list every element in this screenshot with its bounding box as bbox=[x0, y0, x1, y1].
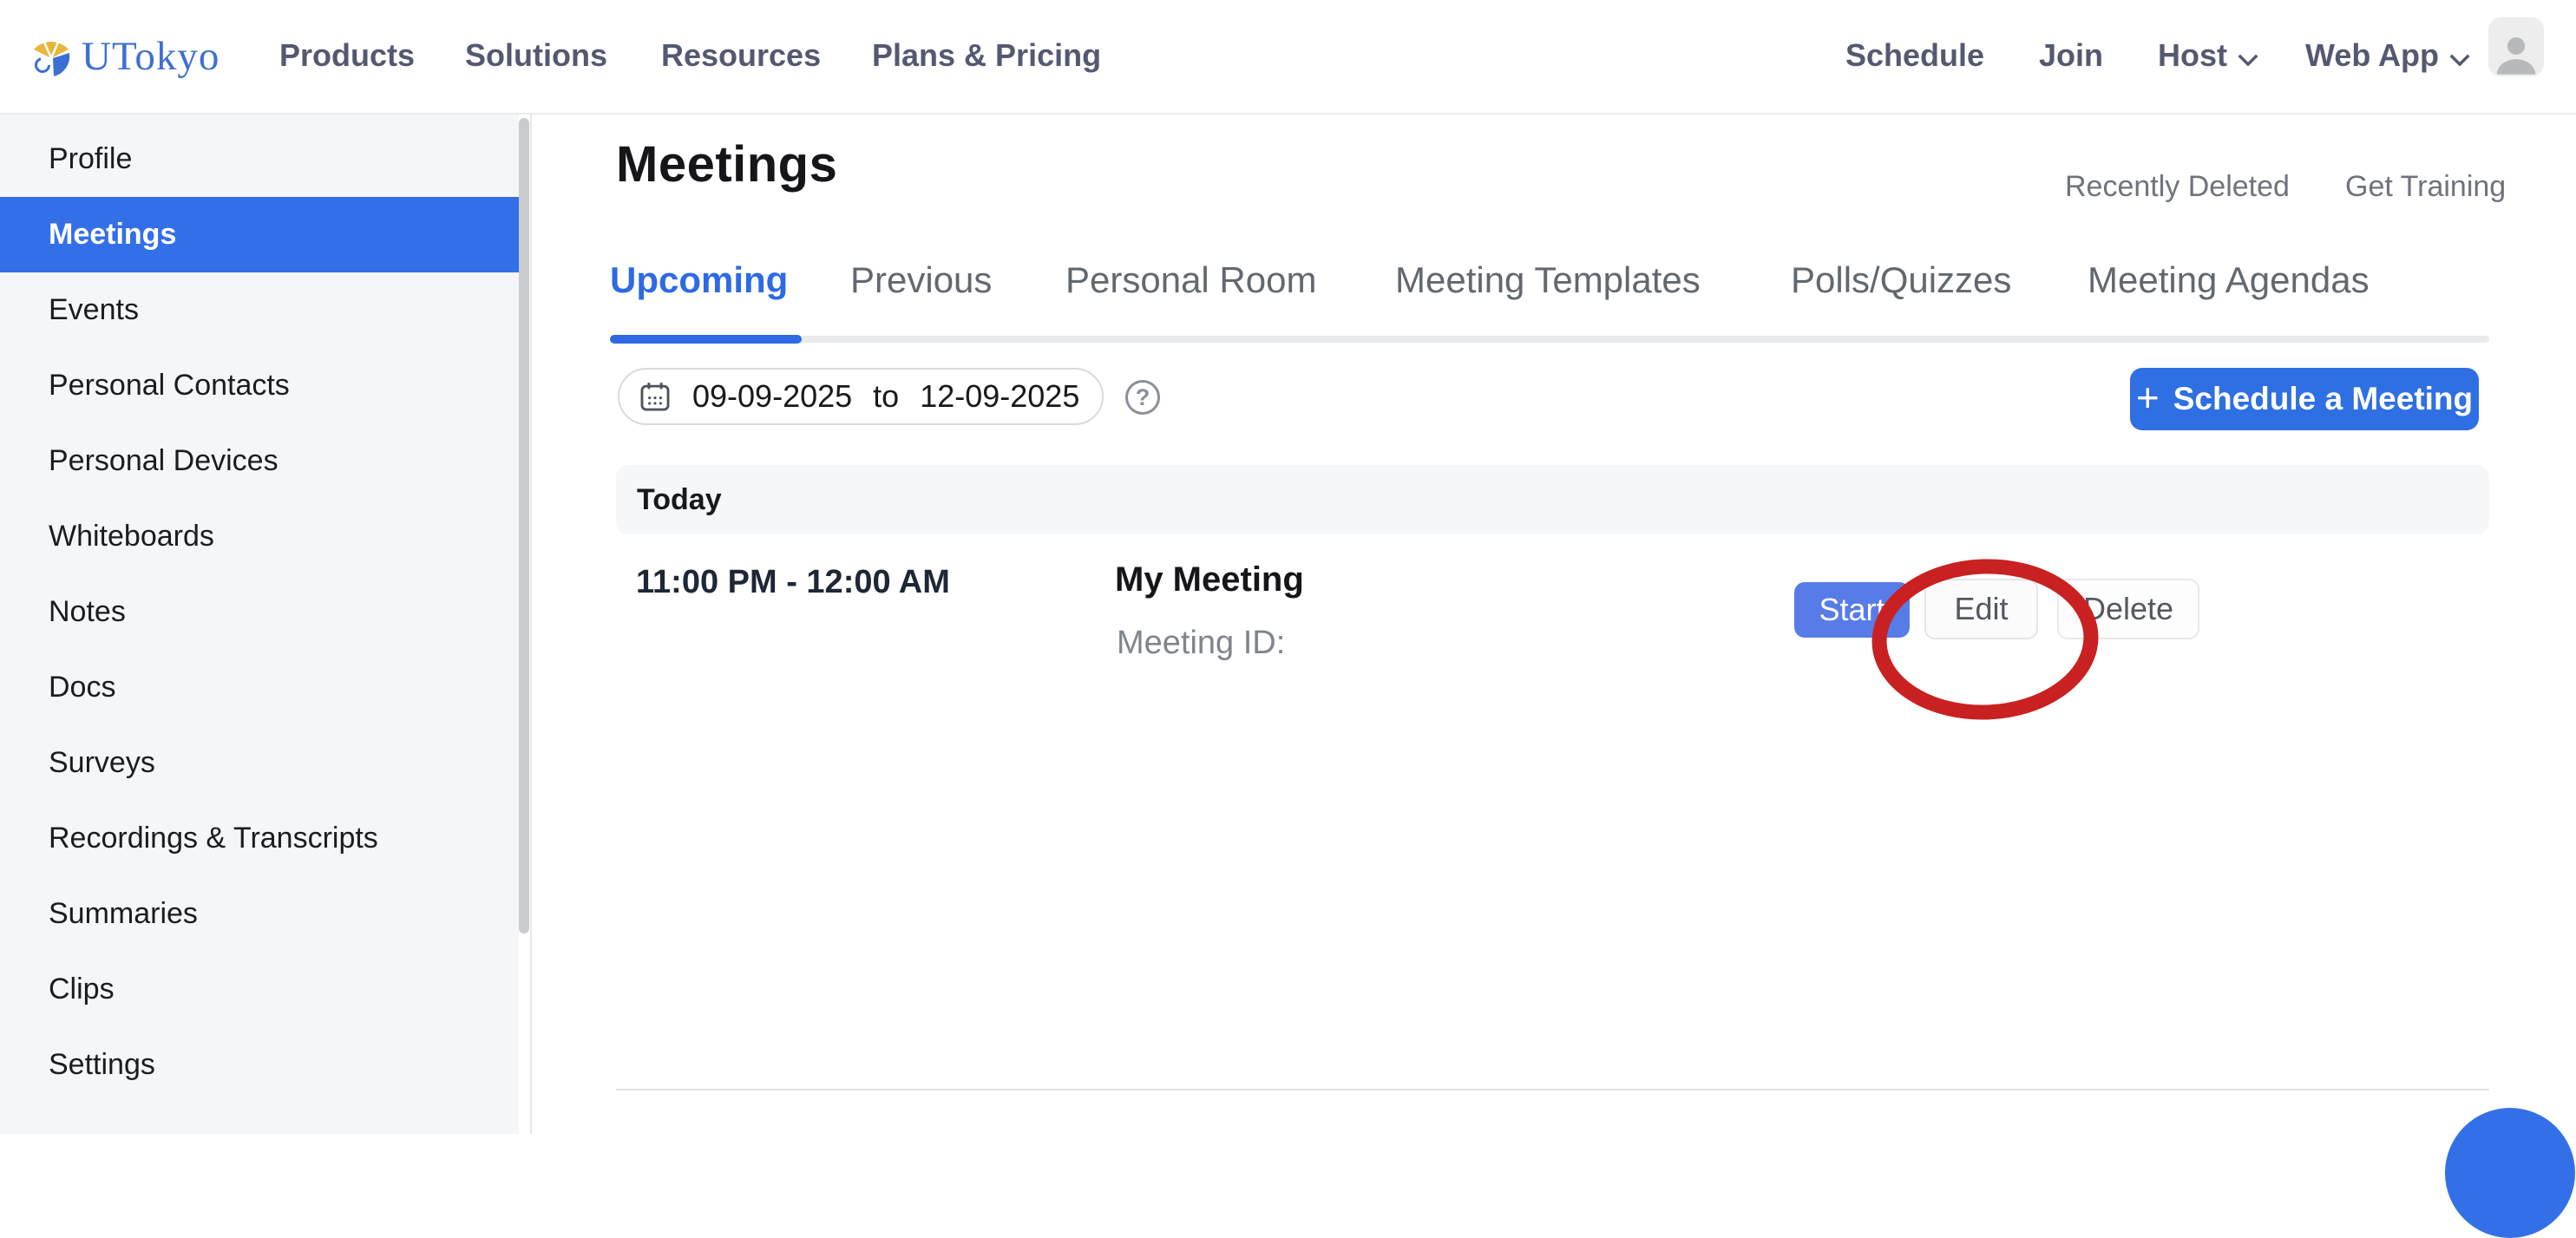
today-section-header: Today bbox=[616, 465, 2489, 534]
sidebar-list: Profile Meetings Events Personal Contact… bbox=[0, 121, 519, 1103]
date-range-separator: to bbox=[873, 378, 899, 415]
chevron-down-icon bbox=[2449, 0, 2470, 111]
tab-meeting-templates[interactable]: Meeting Templates bbox=[1395, 260, 1701, 300]
get-training-link[interactable]: Get Training bbox=[2345, 167, 2506, 206]
tab-underline-track bbox=[616, 336, 2489, 343]
avatar[interactable] bbox=[2488, 17, 2544, 76]
help-fab-button[interactable] bbox=[2445, 1108, 2575, 1238]
sidebar-scrollbar-track bbox=[530, 113, 532, 1134]
nav-item-plans-pricing[interactable]: Plans & Pricing bbox=[872, 0, 1101, 111]
sidebar-item-surveys[interactable]: Surveys bbox=[0, 725, 519, 801]
meeting-title[interactable]: My Meeting bbox=[1115, 560, 1304, 599]
today-label: Today bbox=[637, 483, 722, 517]
recently-deleted-link[interactable]: Recently Deleted bbox=[2065, 167, 2290, 206]
tab-polls-quizzes[interactable]: Polls/Quizzes bbox=[1791, 260, 2011, 300]
person-icon bbox=[2492, 28, 2540, 76]
utokyo-logo[interactable]: UTokyo bbox=[29, 0, 220, 113]
start-button[interactable]: Start bbox=[1794, 582, 1910, 638]
tab-upcoming[interactable]: Upcoming bbox=[610, 260, 788, 300]
nav-item-solutions[interactable]: Solutions bbox=[465, 0, 607, 111]
sidebar: Profile Meetings Events Personal Contact… bbox=[0, 113, 519, 1134]
nav-item-host[interactable]: Host bbox=[2158, 0, 2258, 111]
meeting-id-label: Meeting ID: bbox=[1117, 625, 1285, 662]
red-ellipse-annotation bbox=[1862, 549, 2109, 740]
nav-item-join[interactable]: Join bbox=[2039, 0, 2103, 111]
date-to-value[interactable]: 12-09-2025 bbox=[920, 378, 1079, 415]
calendar-icon bbox=[639, 380, 672, 413]
sidebar-item-whiteboards[interactable]: Whiteboards bbox=[0, 499, 519, 574]
nav-item-resources[interactable]: Resources bbox=[661, 0, 821, 111]
sidebar-scrollbar-thumb[interactable] bbox=[519, 118, 529, 933]
sidebar-item-personal-devices[interactable]: Personal Devices bbox=[0, 423, 519, 499]
sidebar-item-personal-contacts[interactable]: Personal Contacts bbox=[0, 348, 519, 423]
nav-item-schedule[interactable]: Schedule bbox=[1845, 0, 1984, 111]
plus-icon: + bbox=[2136, 374, 2160, 421]
utokyo-logo-icon bbox=[29, 35, 73, 78]
top-nav: UTokyo Products Solutions Resources Plan… bbox=[0, 0, 2576, 115]
tab-previous[interactable]: Previous bbox=[850, 260, 992, 300]
sidebar-item-profile[interactable]: Profile bbox=[0, 121, 519, 197]
nav-item-web-app[interactable]: Web App bbox=[2305, 0, 2470, 111]
meeting-time: 11:00 PM - 12:00 AM bbox=[636, 564, 950, 601]
sidebar-item-clips[interactable]: Clips bbox=[0, 952, 519, 1027]
question-mark-icon[interactable]: ? bbox=[1125, 380, 1160, 415]
tab-personal-room[interactable]: Personal Room bbox=[1065, 260, 1316, 300]
chevron-down-icon bbox=[2238, 0, 2258, 111]
sidebar-item-docs[interactable]: Docs bbox=[0, 650, 519, 725]
sidebar-item-summaries[interactable]: Summaries bbox=[0, 876, 519, 952]
date-range-picker[interactable]: 09-09-2025 to 12-09-2025 bbox=[618, 368, 1104, 425]
nav-item-products[interactable]: Products bbox=[279, 0, 415, 111]
delete-button[interactable]: Delete bbox=[2057, 579, 2199, 639]
utokyo-logo-text: UTokyo bbox=[82, 33, 220, 80]
schedule-a-meeting-button[interactable]: + Schedule a Meeting bbox=[2130, 368, 2479, 430]
active-tab-underline bbox=[610, 335, 802, 344]
tab-meeting-agendas[interactable]: Meeting Agendas bbox=[2088, 260, 2370, 300]
page-title: Meetings bbox=[616, 135, 837, 193]
sidebar-item-recordings-transcripts[interactable]: Recordings & Transcripts bbox=[0, 801, 519, 876]
schedule-a-meeting-label: Schedule a Meeting bbox=[2173, 381, 2473, 417]
sidebar-item-notes[interactable]: Notes bbox=[0, 574, 519, 650]
sidebar-item-meetings[interactable]: Meetings bbox=[0, 197, 519, 272]
edit-button[interactable]: Edit bbox=[1924, 579, 2038, 639]
sidebar-item-settings[interactable]: Settings bbox=[0, 1027, 519, 1103]
sidebar-item-events[interactable]: Events bbox=[0, 272, 519, 348]
date-from-value[interactable]: 09-09-2025 bbox=[692, 378, 852, 415]
list-bottom-divider bbox=[616, 1089, 2489, 1091]
